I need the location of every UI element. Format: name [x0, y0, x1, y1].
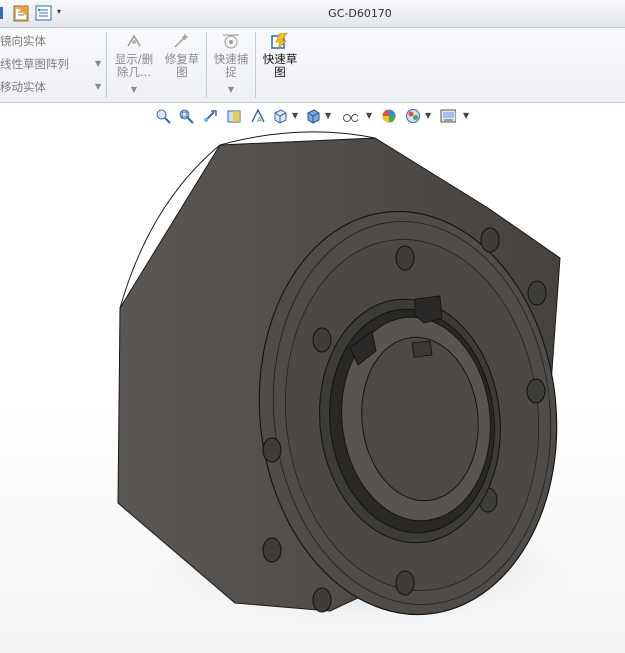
bolt-hole	[312, 587, 332, 613]
options-clipboard-icon[interactable]	[12, 4, 32, 22]
chevron-down-icon[interactable]: ▼	[209, 83, 253, 96]
show-delete-relations-button[interactable]: 显示/删 除几... ▼	[110, 32, 158, 94]
graphics-area[interactable]: A ▼ ▼ ▼ ▼ ▼	[0, 103, 625, 653]
show-delete-relations-icon	[127, 34, 141, 47]
linear-sketch-pattern-item[interactable]: 线性草图阵列	[0, 54, 69, 74]
move-body-item[interactable]: 移动实体	[0, 77, 46, 97]
bolt-hole	[262, 537, 282, 563]
ring-clip-top	[414, 295, 443, 324]
quick-sketch-label: 快速草 图	[262, 52, 298, 79]
show-delete-relations-label: 显示/删 除几...	[114, 52, 154, 79]
window-title: GC-D60170	[328, 7, 392, 20]
ribbon-separator	[106, 32, 107, 98]
ribbon-separator	[206, 32, 207, 98]
repair-sketch-button[interactable]: 修复草 图	[161, 32, 203, 79]
quick-snaps-icon	[223, 34, 239, 49]
quick-sketch-icon	[271, 32, 288, 51]
bolt-hole	[480, 227, 500, 253]
quick-access-dropdown[interactable]: ▾	[57, 7, 61, 25]
chevron-down-icon[interactable]: ▼	[110, 83, 158, 96]
bolt-hole	[312, 327, 332, 353]
chevron-down-icon[interactable]: ▼	[95, 82, 101, 91]
repair-sketch-icon	[174, 34, 188, 48]
bolt-hole	[527, 280, 547, 306]
bolt-hole	[526, 378, 546, 404]
properties-list-icon[interactable]	[35, 4, 53, 22]
chevron-down-icon[interactable]: ▼	[95, 59, 101, 68]
keyway	[411, 340, 433, 358]
repair-sketch-label: 修复草 图	[164, 52, 200, 79]
title-bar: ▾ GC-D60170	[0, 0, 625, 28]
ribbon-separator	[255, 32, 256, 98]
bolt-hole	[262, 437, 282, 463]
quick-sketch-button[interactable]: 快速草 图	[258, 32, 302, 79]
ribbon: 镜向实体 线性草图阵列 ▼ 移动实体 ▼ 显示/删 除几... ▼ 修复草 图 …	[0, 28, 625, 103]
mirror-body-item[interactable]: 镜向实体	[0, 31, 46, 51]
quick-snaps-label: 快速捕 捉	[213, 52, 249, 79]
bolt-hole	[395, 245, 415, 271]
clutch-3d-model[interactable]	[0, 103, 625, 653]
quick-snaps-button[interactable]: 快速捕 捉 ▼	[209, 32, 253, 94]
toggle-icon[interactable]	[0, 4, 6, 22]
bolt-hole	[395, 570, 415, 596]
